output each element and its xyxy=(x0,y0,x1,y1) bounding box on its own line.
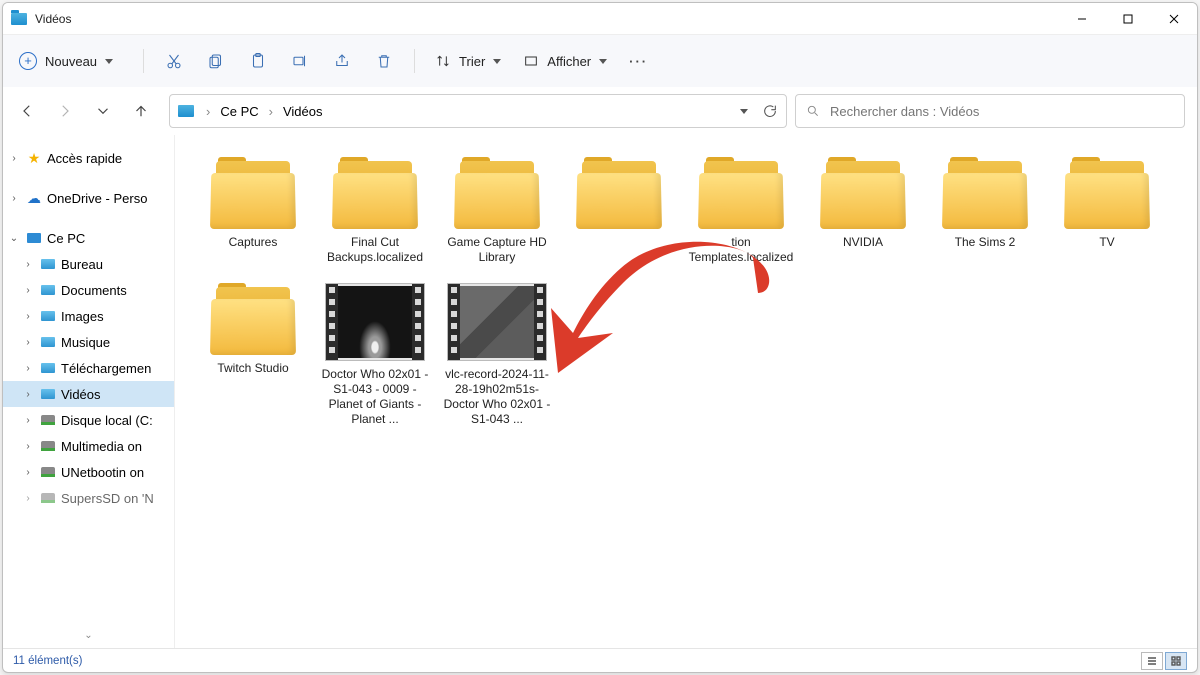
copy-button[interactable] xyxy=(196,43,236,79)
search-box[interactable] xyxy=(795,94,1185,128)
separator xyxy=(143,49,144,73)
folder-icon xyxy=(39,285,57,295)
plus-icon: + xyxy=(19,52,37,70)
cut-button[interactable] xyxy=(154,43,194,79)
video-item[interactable]: vlc-record-2024-11-28-19h02m51s-Doctor W… xyxy=(439,279,555,431)
sidebar-item[interactable]: ›Documents xyxy=(3,277,174,303)
folder-item[interactable]: Captures xyxy=(195,153,311,269)
folder-item[interactable]: tion Templates.localized xyxy=(683,153,799,269)
folder-item[interactable]: Game Capture HD Library xyxy=(439,153,555,269)
view-label: Afficher xyxy=(547,54,591,69)
more-button[interactable]: ··· xyxy=(619,48,658,75)
delete-button[interactable] xyxy=(364,43,404,79)
video-thumb xyxy=(325,283,425,361)
sort-button[interactable]: Trier xyxy=(425,47,511,75)
sidebar-onedrive[interactable]: ›☁OneDrive - Perso xyxy=(3,185,174,211)
crumb-current[interactable]: Vidéos xyxy=(283,104,323,119)
folder-icon xyxy=(39,337,57,347)
crumb-root[interactable]: Ce PC xyxy=(220,104,258,119)
status-bar: 11 élément(s) xyxy=(3,648,1197,672)
minimize-button[interactable] xyxy=(1059,3,1105,35)
new-label: Nouveau xyxy=(45,54,97,69)
window-title: Vidéos xyxy=(35,12,71,26)
back-button[interactable] xyxy=(15,99,39,123)
command-bar: + Nouveau Trier Afficher ··· xyxy=(3,35,1197,87)
up-button[interactable] xyxy=(129,99,153,123)
folder-icon xyxy=(332,157,418,229)
new-button[interactable]: + Nouveau xyxy=(9,46,123,76)
chevron-down-icon xyxy=(105,59,113,64)
sidebar-item[interactable]: ›Disque local (C: xyxy=(3,407,174,433)
folder-item[interactable]: Twitch Studio xyxy=(195,279,311,431)
sidebar-item[interactable]: ›Images xyxy=(3,303,174,329)
share-button[interactable] xyxy=(322,43,362,79)
chevron-right-icon: › xyxy=(204,104,212,119)
folder-icon xyxy=(210,283,296,355)
view-button[interactable]: Afficher xyxy=(513,47,617,75)
explorer-window: Vidéos + Nouveau Trier Afficher xyxy=(2,2,1198,673)
sidebar-item[interactable]: ›Musique xyxy=(3,329,174,355)
sort-label: Trier xyxy=(459,54,485,69)
chevron-down-icon xyxy=(493,59,501,64)
scroll-down-icon[interactable]: ⌄ xyxy=(3,630,174,646)
view-details-button[interactable] xyxy=(1141,652,1163,670)
folder-icon xyxy=(454,157,540,229)
folder-icon xyxy=(39,259,57,269)
maximize-button[interactable] xyxy=(1105,3,1151,35)
sidebar-item[interactable]: ›Multimedia on xyxy=(3,433,174,459)
folder-item[interactable] xyxy=(561,153,677,269)
folder-icon xyxy=(39,311,57,321)
content-pane[interactable]: Captures Final Cut Backups.localized Gam… xyxy=(175,135,1197,648)
folder-title-icon xyxy=(11,13,27,25)
separator xyxy=(414,49,415,73)
folder-item[interactable]: NVIDIA xyxy=(805,153,921,269)
forward-button[interactable] xyxy=(53,99,77,123)
sidebar-item[interactable]: ›SupersSD on 'N xyxy=(3,485,174,511)
folder-icon xyxy=(576,157,662,229)
folder-item[interactable]: Final Cut Backups.localized xyxy=(317,153,433,269)
folder-icon xyxy=(942,157,1028,229)
folder-icon xyxy=(698,157,784,229)
folder-icon xyxy=(210,157,296,229)
rename-button[interactable] xyxy=(280,43,320,79)
sidebar-item[interactable]: ›Téléchargemen xyxy=(3,355,174,381)
folder-icon xyxy=(820,157,906,229)
search-icon xyxy=(806,104,820,118)
chevron-down-icon[interactable] xyxy=(740,109,748,114)
sidebar-item[interactable]: ›UNetbootin on xyxy=(3,459,174,485)
folder-icon xyxy=(178,105,194,117)
close-button[interactable] xyxy=(1151,3,1197,35)
disk-icon xyxy=(39,467,57,477)
item-count: 11 élément(s) xyxy=(13,655,82,667)
disk-icon xyxy=(39,441,57,451)
cloud-icon: ☁ xyxy=(25,190,43,207)
refresh-icon[interactable] xyxy=(762,103,778,119)
address-bar[interactable]: › Ce PC › Vidéos xyxy=(169,94,787,128)
history-button[interactable] xyxy=(91,99,115,123)
search-input[interactable] xyxy=(830,104,1174,119)
view-icons-button[interactable] xyxy=(1165,652,1187,670)
video-item[interactable]: Doctor Who 02x01 - S1-043 - 0009 - Plane… xyxy=(317,279,433,431)
titlebar: Vidéos xyxy=(3,3,1197,35)
sidebar-quick-access[interactable]: ›★Accès rapide xyxy=(3,145,174,171)
folder-icon xyxy=(39,363,57,373)
chevron-down-icon xyxy=(599,59,607,64)
folder-item[interactable]: TV xyxy=(1049,153,1165,269)
star-icon: ★ xyxy=(25,150,43,167)
sidebar-this-pc[interactable]: ⌄Ce PC xyxy=(3,225,174,251)
sidebar-item[interactable]: ›Bureau xyxy=(3,251,174,277)
sidebar-item-videos[interactable]: ›Vidéos xyxy=(3,381,174,407)
chevron-right-icon: › xyxy=(267,104,275,119)
nav-row: › Ce PC › Vidéos xyxy=(3,87,1197,135)
folder-icon xyxy=(39,389,57,399)
paste-button[interactable] xyxy=(238,43,278,79)
pc-icon xyxy=(25,233,43,243)
video-thumb xyxy=(447,283,547,361)
folder-item[interactable]: The Sims 2 xyxy=(927,153,1043,269)
disk-icon xyxy=(39,415,57,425)
sidebar: ›★Accès rapide ›☁OneDrive - Perso ⌄Ce PC… xyxy=(3,135,175,648)
folder-icon xyxy=(1064,157,1150,229)
disk-icon xyxy=(39,493,57,503)
